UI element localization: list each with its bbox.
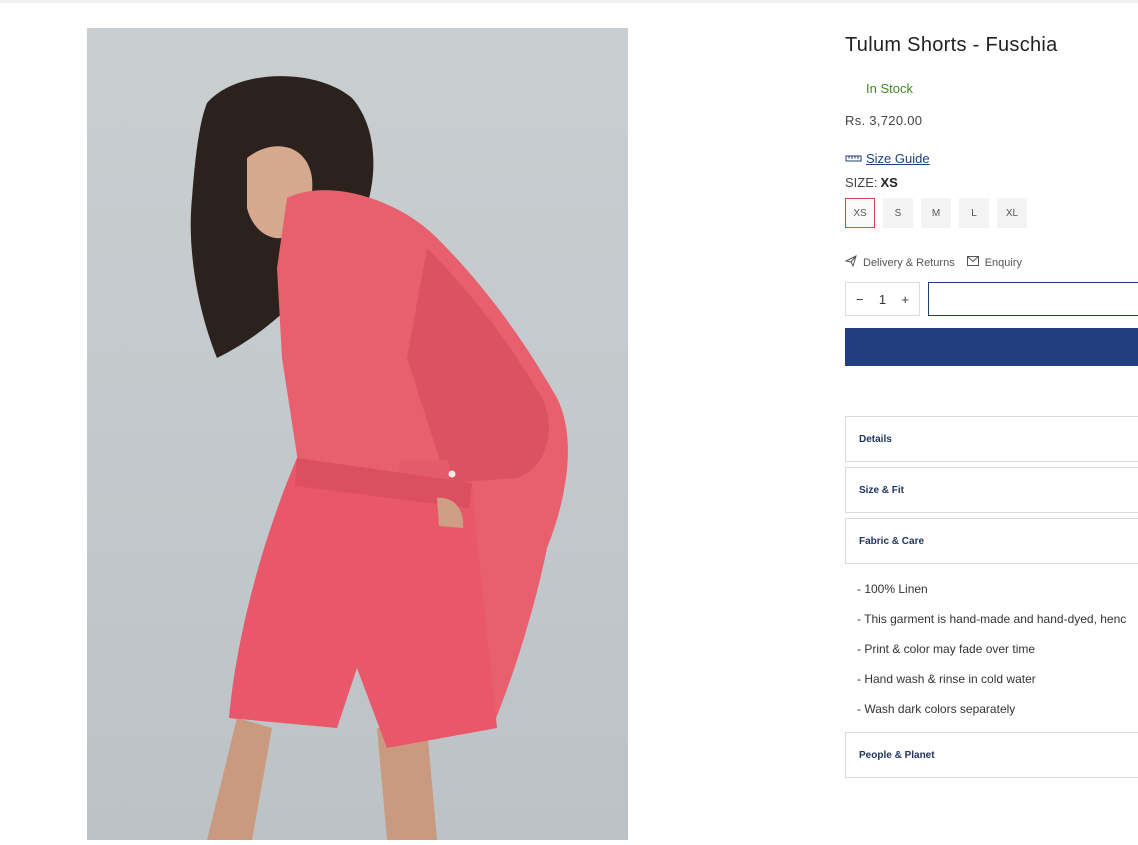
stock-status: In Stock [866, 81, 913, 96]
size-option-xl[interactable]: XL [997, 198, 1027, 228]
info-links: Delivery & Returns Enquiry [844, 255, 1022, 270]
accordion-fabric-care[interactable]: Fabric & Care [845, 518, 1138, 564]
delivery-returns-link[interactable]: Delivery & Returns [844, 255, 955, 270]
size-option-m[interactable]: M [921, 198, 951, 228]
delivery-returns-label: Delivery & Returns [863, 256, 955, 269]
size-guide-link[interactable]: Size Guide [845, 151, 930, 166]
quantity-stepper: − 1 + [845, 282, 920, 316]
fabric-care-content: - 100% Linen - This garment is hand-made… [857, 582, 1126, 732]
paper-plane-icon [844, 255, 857, 270]
quantity-increase-button[interactable]: + [901, 292, 909, 307]
care-item: - 100% Linen [857, 582, 928, 596]
product-photo-illustration [190, 76, 568, 840]
care-item: - This garment is hand-made and hand-dye… [857, 612, 1127, 626]
care-item: - Hand wash & rinse in cold water [857, 672, 1036, 686]
product-image[interactable] [87, 28, 628, 840]
add-to-cart-button[interactable] [928, 282, 1138, 316]
buy-now-button[interactable] [845, 328, 1138, 366]
size-label-row: SIZE: XS [845, 175, 898, 190]
enquiry-label: Enquiry [984, 256, 1022, 269]
product-price: Rs. 3,720.00 [845, 113, 923, 128]
accordion-size-fit[interactable]: Size & Fit [845, 467, 1138, 513]
product-title: Tulum Shorts - Fuschia [845, 34, 1058, 56]
size-label: SIZE: [845, 175, 878, 190]
size-option-xs[interactable]: XS [845, 198, 875, 228]
quantity-value[interactable]: 1 [879, 292, 886, 307]
size-guide-label: Size Guide [866, 151, 930, 166]
size-option-l[interactable]: L [959, 198, 989, 228]
accordion-details[interactable]: Details [845, 416, 1138, 462]
envelope-icon [966, 256, 979, 269]
accordion-people-planet[interactable]: People & Planet [845, 732, 1138, 778]
size-option-s[interactable]: S [883, 198, 913, 228]
enquiry-link[interactable]: Enquiry [966, 255, 1022, 270]
size-options: XS S M L XL [845, 198, 1027, 228]
ruler-icon [845, 151, 862, 166]
quantity-decrease-button[interactable]: − [856, 292, 864, 307]
selected-size: XS [880, 175, 898, 190]
care-item: - Print & color may fade over time [857, 642, 1036, 656]
care-item: - Wash dark colors separately [857, 702, 1016, 716]
top-divider [0, 0, 1138, 3]
